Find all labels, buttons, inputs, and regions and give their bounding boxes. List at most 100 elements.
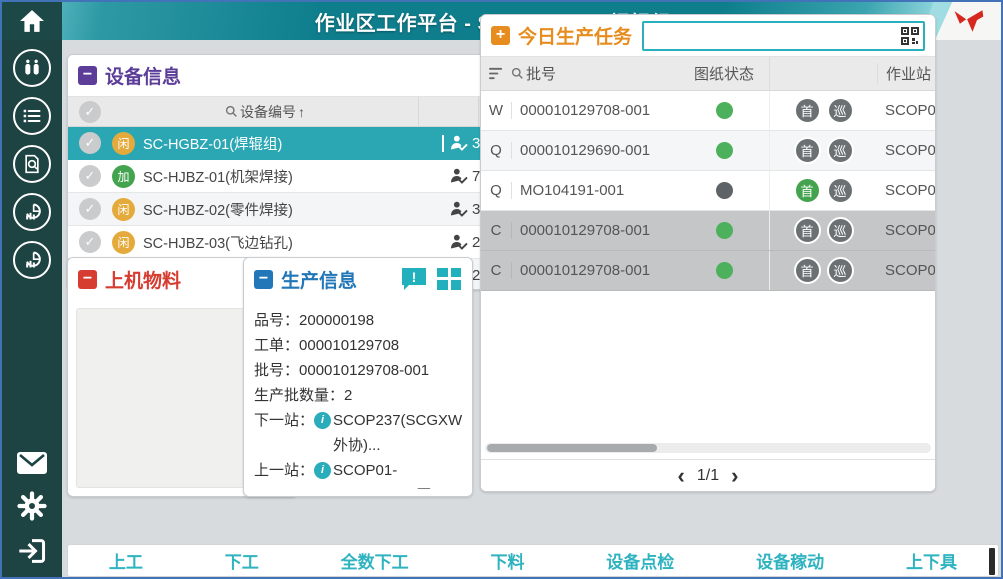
patrol-inspection-badge[interactable]: 巡	[827, 217, 854, 244]
field-label: 上一站：	[254, 458, 314, 489]
task-status-letter: C	[481, 262, 511, 279]
task-status-letter: W	[481, 102, 511, 119]
equipment-utilization-button[interactable]: 设备稼动	[756, 548, 824, 573]
page-indicator: 1/1	[697, 467, 719, 485]
equipment-status-badge: 加	[112, 165, 135, 188]
scrollbar-thumb[interactable]	[487, 444, 657, 452]
drawing-status-dot	[716, 182, 733, 199]
first-inspection-badge[interactable]: 首	[794, 257, 821, 284]
logout-icon[interactable]	[13, 537, 51, 565]
task-search-box	[642, 21, 925, 51]
equipment-code-column[interactable]: 设备编号 ↑	[112, 102, 418, 122]
task-batch: 000010129708-001	[511, 262, 679, 279]
tasks-panel-title: 今日生产任务	[518, 22, 632, 49]
home-icon	[19, 9, 45, 33]
patrol-inspection-badge[interactable]: 巡	[827, 97, 854, 124]
drawing-status-dot	[716, 262, 733, 279]
unload-material-button[interactable]: 下料	[490, 548, 524, 573]
dispatch-icon[interactable]	[13, 49, 51, 87]
expand-icon[interactable]: +	[491, 26, 510, 45]
first-inspection-badge[interactable]: 首	[794, 177, 821, 204]
equipment-name: SC-HJBZ-01(机架焊接)	[143, 166, 444, 187]
equipment-name: SC-HJBZ-02(零件焊接)	[143, 199, 444, 220]
report-2-icon[interactable]	[13, 241, 51, 279]
field-label: 下一站：	[254, 408, 314, 458]
tasks-table-header: 批号 图纸状态 作业站	[481, 57, 935, 91]
equipment-check-button[interactable]: 设备点检	[606, 548, 674, 573]
mail-icon[interactable]	[13, 451, 51, 475]
equipment-row[interactable]: ✓ 闲 SC-HGBZ-01(焊辊组) 3 0	[68, 127, 534, 160]
first-inspection-badge[interactable]: 首	[794, 97, 821, 124]
equipment-row[interactable]: ✓ 闲 SC-HJBZ-02(零件焊接) 3 0	[68, 193, 534, 226]
report-icon[interactable]	[13, 193, 51, 231]
fixture-button[interactable]: 上下具	[906, 548, 957, 573]
alert-bubble-icon[interactable]: !	[400, 266, 428, 292]
field-label: 生产批数量：	[254, 383, 344, 408]
equipment-table-header: ✓ 设备编号 ↑	[68, 97, 534, 127]
row-check-icon[interactable]: ✓	[79, 231, 101, 253]
field-label: 批号：	[254, 358, 299, 383]
bottom-toolbar: 上工 下工 全数下工 下料 设备点检 设备稼动 上下具	[67, 544, 999, 577]
collapse-icon[interactable]: −	[254, 270, 273, 289]
sort-asc-icon: ↑	[298, 104, 305, 120]
task-search-input[interactable]	[644, 23, 923, 49]
today-tasks-panel: + 今日生产任务 批号 图纸状态 作业站 W 000	[480, 14, 936, 492]
prev-page-button[interactable]: ‹	[678, 465, 685, 487]
task-row[interactable]: C 000010129708-001 首 巡 SCOP01-01(SGM...	[481, 251, 935, 291]
drawing-status-dot	[716, 102, 733, 119]
equipment-info-panel: − 设备信息 ♥ ✓ 设备编号 ↑ ✓ 闲 SC-HGBZ-01(焊辊组)	[67, 54, 535, 290]
task-station: SCOP02(SGMH0...	[877, 102, 935, 119]
task-station: SCOP01(SGMH0...	[877, 182, 935, 199]
task-status-letter: Q	[481, 182, 511, 199]
task-status-letter: C	[481, 222, 511, 239]
batch-quantity: 2	[344, 383, 352, 408]
batch-column-header[interactable]: 批号	[511, 63, 679, 84]
production-details: 品号：200000198 工单：000010129708 批号：00001012…	[244, 300, 472, 489]
select-all-check-icon[interactable]: ✓	[79, 101, 101, 123]
row-check-icon[interactable]: ✓	[79, 165, 101, 187]
settings-gear-icon[interactable]	[13, 491, 51, 521]
production-info-panel: − 生产信息 ! 品号：200000198 工单：000010129708 批号…	[243, 257, 473, 497]
operators-icon	[450, 234, 468, 250]
operators-icon	[450, 135, 468, 151]
first-inspection-badge[interactable]: 首	[794, 217, 821, 244]
next-page-button[interactable]: ›	[731, 465, 738, 487]
clock-in-button[interactable]: 上工	[109, 548, 143, 573]
info-icon[interactable]: i	[314, 412, 331, 429]
task-batch: 000010129708-001	[511, 102, 679, 119]
task-row[interactable]: Q 000010129690-001 首 巡 SCOP01-01(SGM...	[481, 131, 935, 171]
equipment-status-badge: 闲	[112, 132, 135, 155]
batch-number: 000010129708-001	[299, 358, 429, 383]
info-icon[interactable]: i	[314, 462, 331, 479]
home-button[interactable]	[2, 2, 62, 40]
clock-out-button[interactable]: 下工	[225, 548, 259, 573]
equipment-status-badge: 闲	[112, 231, 135, 254]
row-check-icon[interactable]: ✓	[79, 132, 101, 154]
toolbar-edge-handle[interactable]	[989, 548, 995, 575]
task-row[interactable]: C 000010129708-001 首 巡 SCOP01-02(SGM...	[481, 211, 935, 251]
horizontal-scrollbar[interactable]	[485, 443, 931, 453]
equipment-name: SC-HGBZ-01(焊辊组)	[143, 133, 442, 154]
equipment-row[interactable]: ✓ 闲 SC-HJBZ-03(飞边钻孔) 2 0	[68, 226, 534, 259]
all-clock-out-button[interactable]: 全数下工	[341, 548, 409, 573]
search-icon	[511, 67, 524, 80]
equipment-row[interactable]: ✓ 加 SC-HJBZ-01(机架焊接) 7 0	[68, 160, 534, 193]
qr-scan-icon[interactable]	[900, 26, 920, 51]
patrol-inspection-badge[interactable]: 巡	[827, 177, 854, 204]
pagination-bar: ‹ 1/1 ›	[481, 459, 935, 491]
patrol-inspection-badge[interactable]: 巡	[827, 137, 854, 164]
collapse-icon[interactable]: −	[78, 66, 97, 85]
filter-sort-icon[interactable]	[481, 67, 511, 80]
task-batch: MO104191-001	[511, 182, 679, 199]
task-batch: 000010129690-001	[511, 142, 679, 159]
task-row[interactable]: W 000010129708-001 首 巡 SCOP02(SGMH0...	[481, 91, 935, 131]
row-check-icon[interactable]: ✓	[79, 198, 101, 220]
doc-search-icon[interactable]	[13, 145, 51, 183]
task-list-icon[interactable]	[13, 97, 51, 135]
collapse-icon[interactable]: −	[78, 270, 97, 289]
first-inspection-badge[interactable]: 首	[794, 137, 821, 164]
patrol-inspection-badge[interactable]: 巡	[827, 257, 854, 284]
layout-grid-icon[interactable]	[436, 267, 462, 291]
task-row[interactable]: Q MO104191-001 首 巡 SCOP01(SGMH0...	[481, 171, 935, 211]
drawing-status-column-header: 图纸状态	[679, 63, 769, 84]
